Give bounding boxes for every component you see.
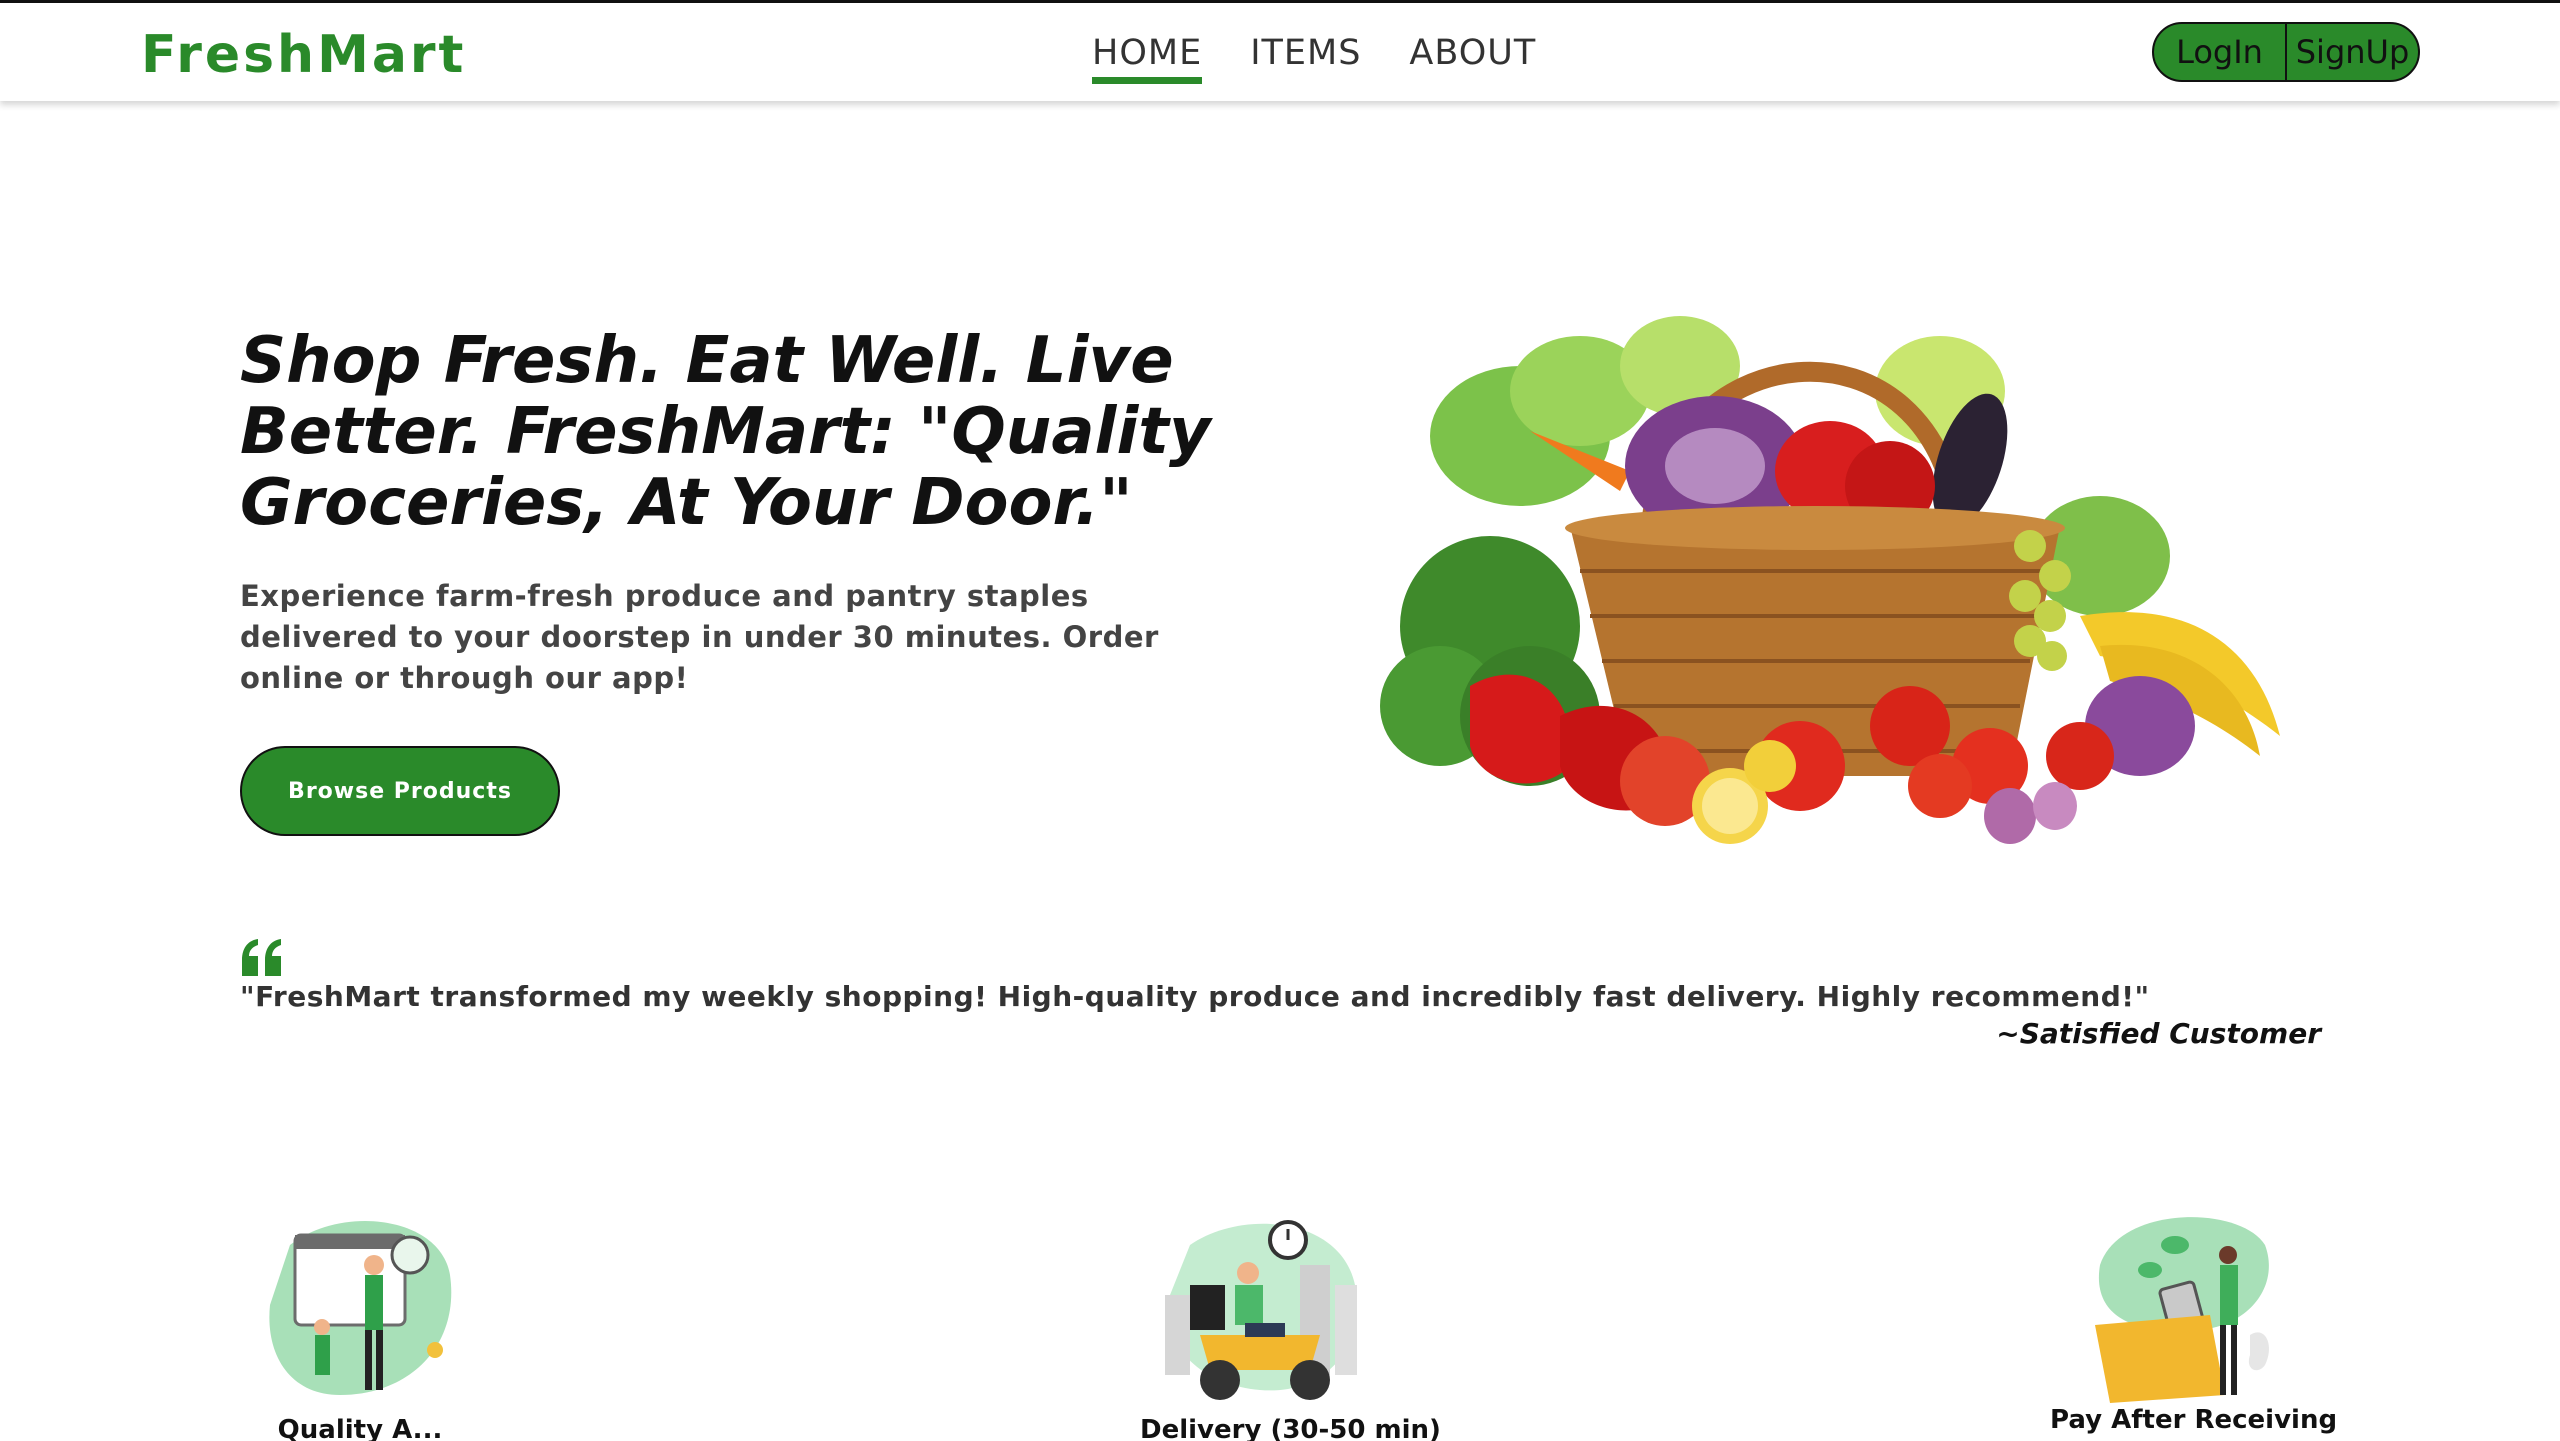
nav-items[interactable]: ITEMS: [1250, 33, 1361, 84]
testimonial-author: ~Satisfied Customer: [1996, 1017, 2321, 1050]
feature-payment-label: Pay After Receiving: [2050, 1405, 2338, 1435]
pay-after-receiving-illustration: [2095, 1217, 2270, 1403]
auth-buttons: LogIn SignUp: [2152, 22, 2420, 82]
feature-quality-label: Quality A...: [277, 1415, 443, 1441]
hero-subtitle: Experience farm-fresh produce and pantry…: [240, 579, 1159, 695]
navbar: FreshMart HOME ITEMS ABOUT LogIn SignUp: [0, 3, 2560, 101]
testimonial-text: "FreshMart transformed my weekly shoppin…: [240, 980, 2150, 1013]
quote-icon: [242, 939, 281, 976]
feature-delivery: Delivery (30-50 min): [1140, 1205, 1441, 1441]
main-menu: HOME ITEMS ABOUT: [1092, 33, 1536, 84]
feature-quality: Quality A...: [240, 1205, 480, 1441]
nav-about[interactable]: ABOUT: [1409, 33, 1536, 84]
browse-products-button[interactable]: Browse Products: [240, 746, 560, 836]
delivery-scooter-illustration: [1165, 1220, 1357, 1400]
vegetable-basket-image: [1380, 316, 2280, 844]
signup-button[interactable]: SignUp: [2285, 24, 2418, 80]
feature-payment: Pay After Receiving: [2050, 1205, 2338, 1435]
feature-delivery-label: Delivery (30-50 min): [1140, 1415, 1441, 1441]
hero-title: Shop Fresh. Eat Well. Live Better. Fresh…: [240, 324, 1211, 540]
quality-assurance-illustration: [269, 1221, 452, 1395]
login-button[interactable]: LogIn: [2154, 24, 2285, 80]
nav-home[interactable]: HOME: [1092, 33, 1203, 84]
logo[interactable]: FreshMart: [141, 25, 466, 85]
